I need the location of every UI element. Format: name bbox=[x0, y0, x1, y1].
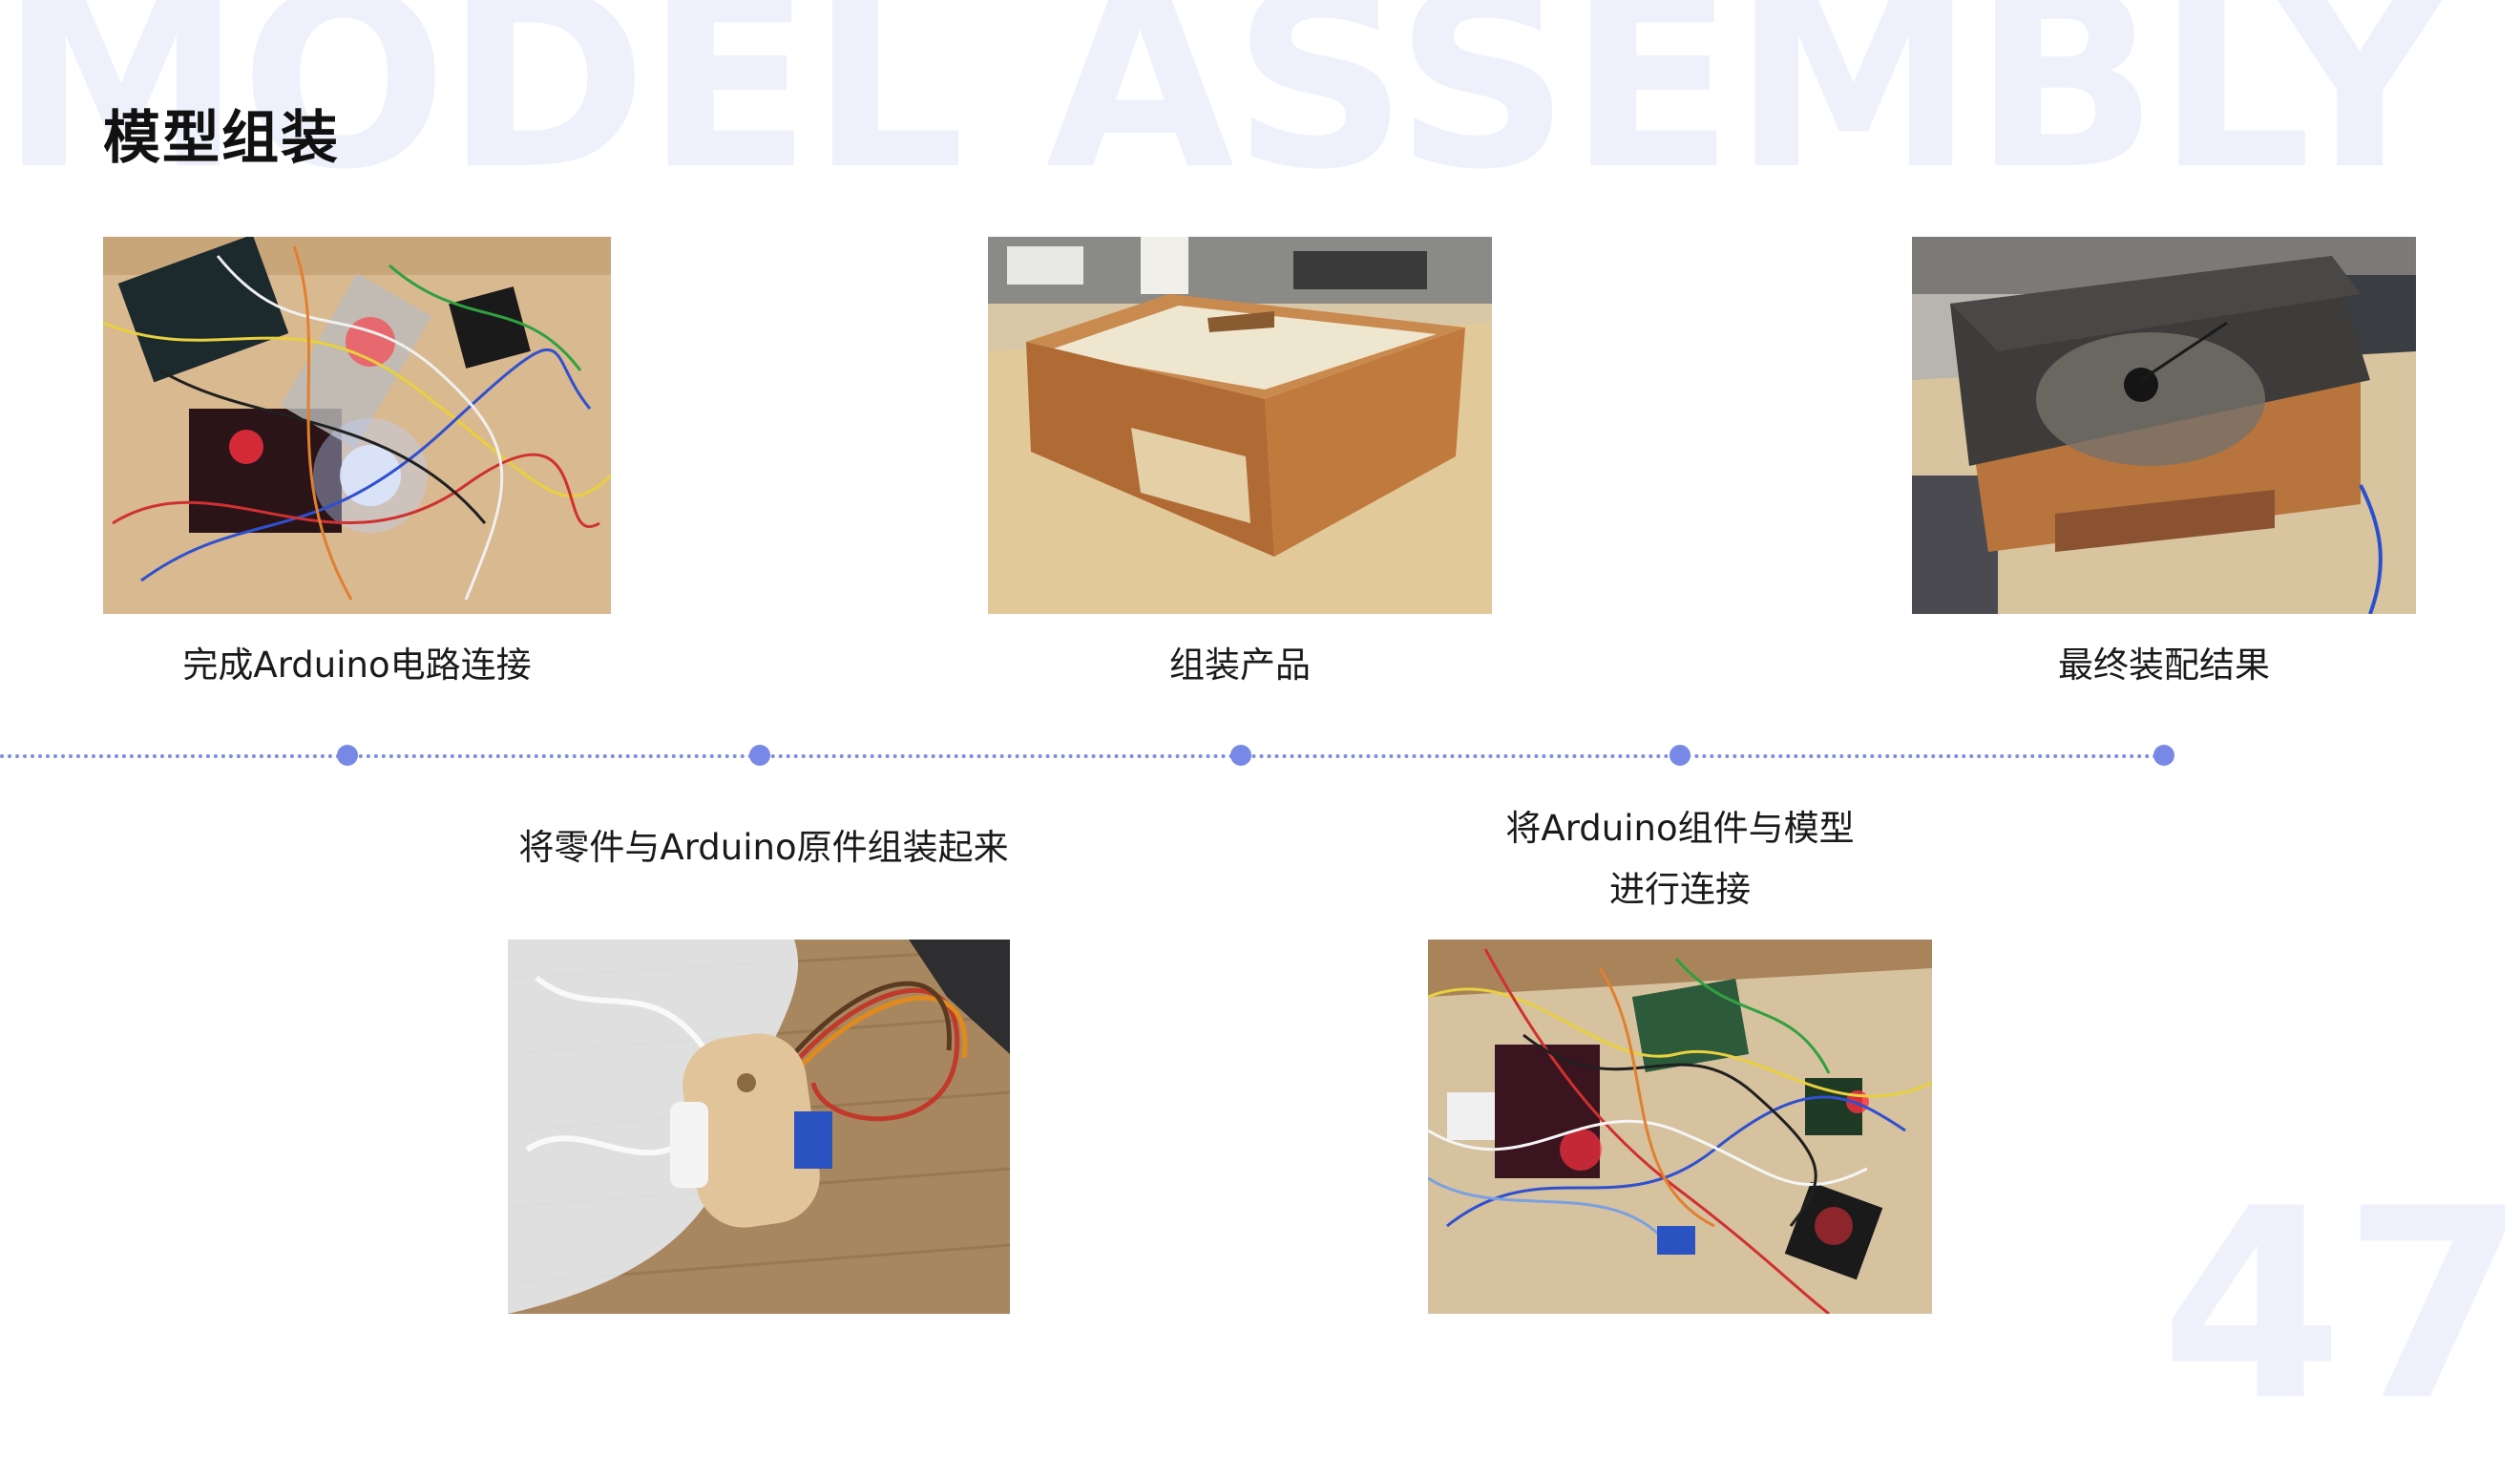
photo-parts-assembly bbox=[508, 940, 1010, 1314]
timeline-dot bbox=[1670, 745, 1690, 766]
photo-arduino-circuit bbox=[103, 237, 611, 614]
timeline-dot bbox=[749, 745, 770, 766]
page-title: 模型组装 bbox=[103, 105, 340, 172]
timeline-line bbox=[0, 754, 2167, 760]
timeline-dot bbox=[2153, 745, 2174, 766]
caption-line: 将零件与Arduino原件组装起来 bbox=[518, 827, 1009, 868]
page-number: 47 bbox=[2160, 1152, 2520, 1458]
timeline-dot bbox=[1230, 745, 1251, 766]
photo-arduino-model-connection bbox=[1428, 940, 1932, 1314]
caption-parts-assembly: 将零件与Arduino原件组装起来 bbox=[420, 817, 1107, 878]
photo-final-assembly bbox=[1912, 237, 2416, 614]
caption-line: 进行连接 bbox=[1609, 869, 1751, 910]
timeline-dot bbox=[337, 745, 358, 766]
caption-line: 将Arduino组件与模型 bbox=[1505, 808, 1855, 849]
caption-arduino-circuit: 完成Arduino电路连接 bbox=[182, 644, 532, 686]
caption-assembled-product: 组装产品 bbox=[1169, 644, 1311, 686]
caption-final-assembly: 最终装配结果 bbox=[2058, 644, 2270, 686]
photo-assembled-product bbox=[988, 237, 1492, 614]
caption-arduino-model-connection: 将Arduino组件与模型 进行连接 bbox=[1332, 798, 2028, 920]
background-watermark-title: MODEL ASSEMBLY bbox=[0, 0, 2448, 223]
